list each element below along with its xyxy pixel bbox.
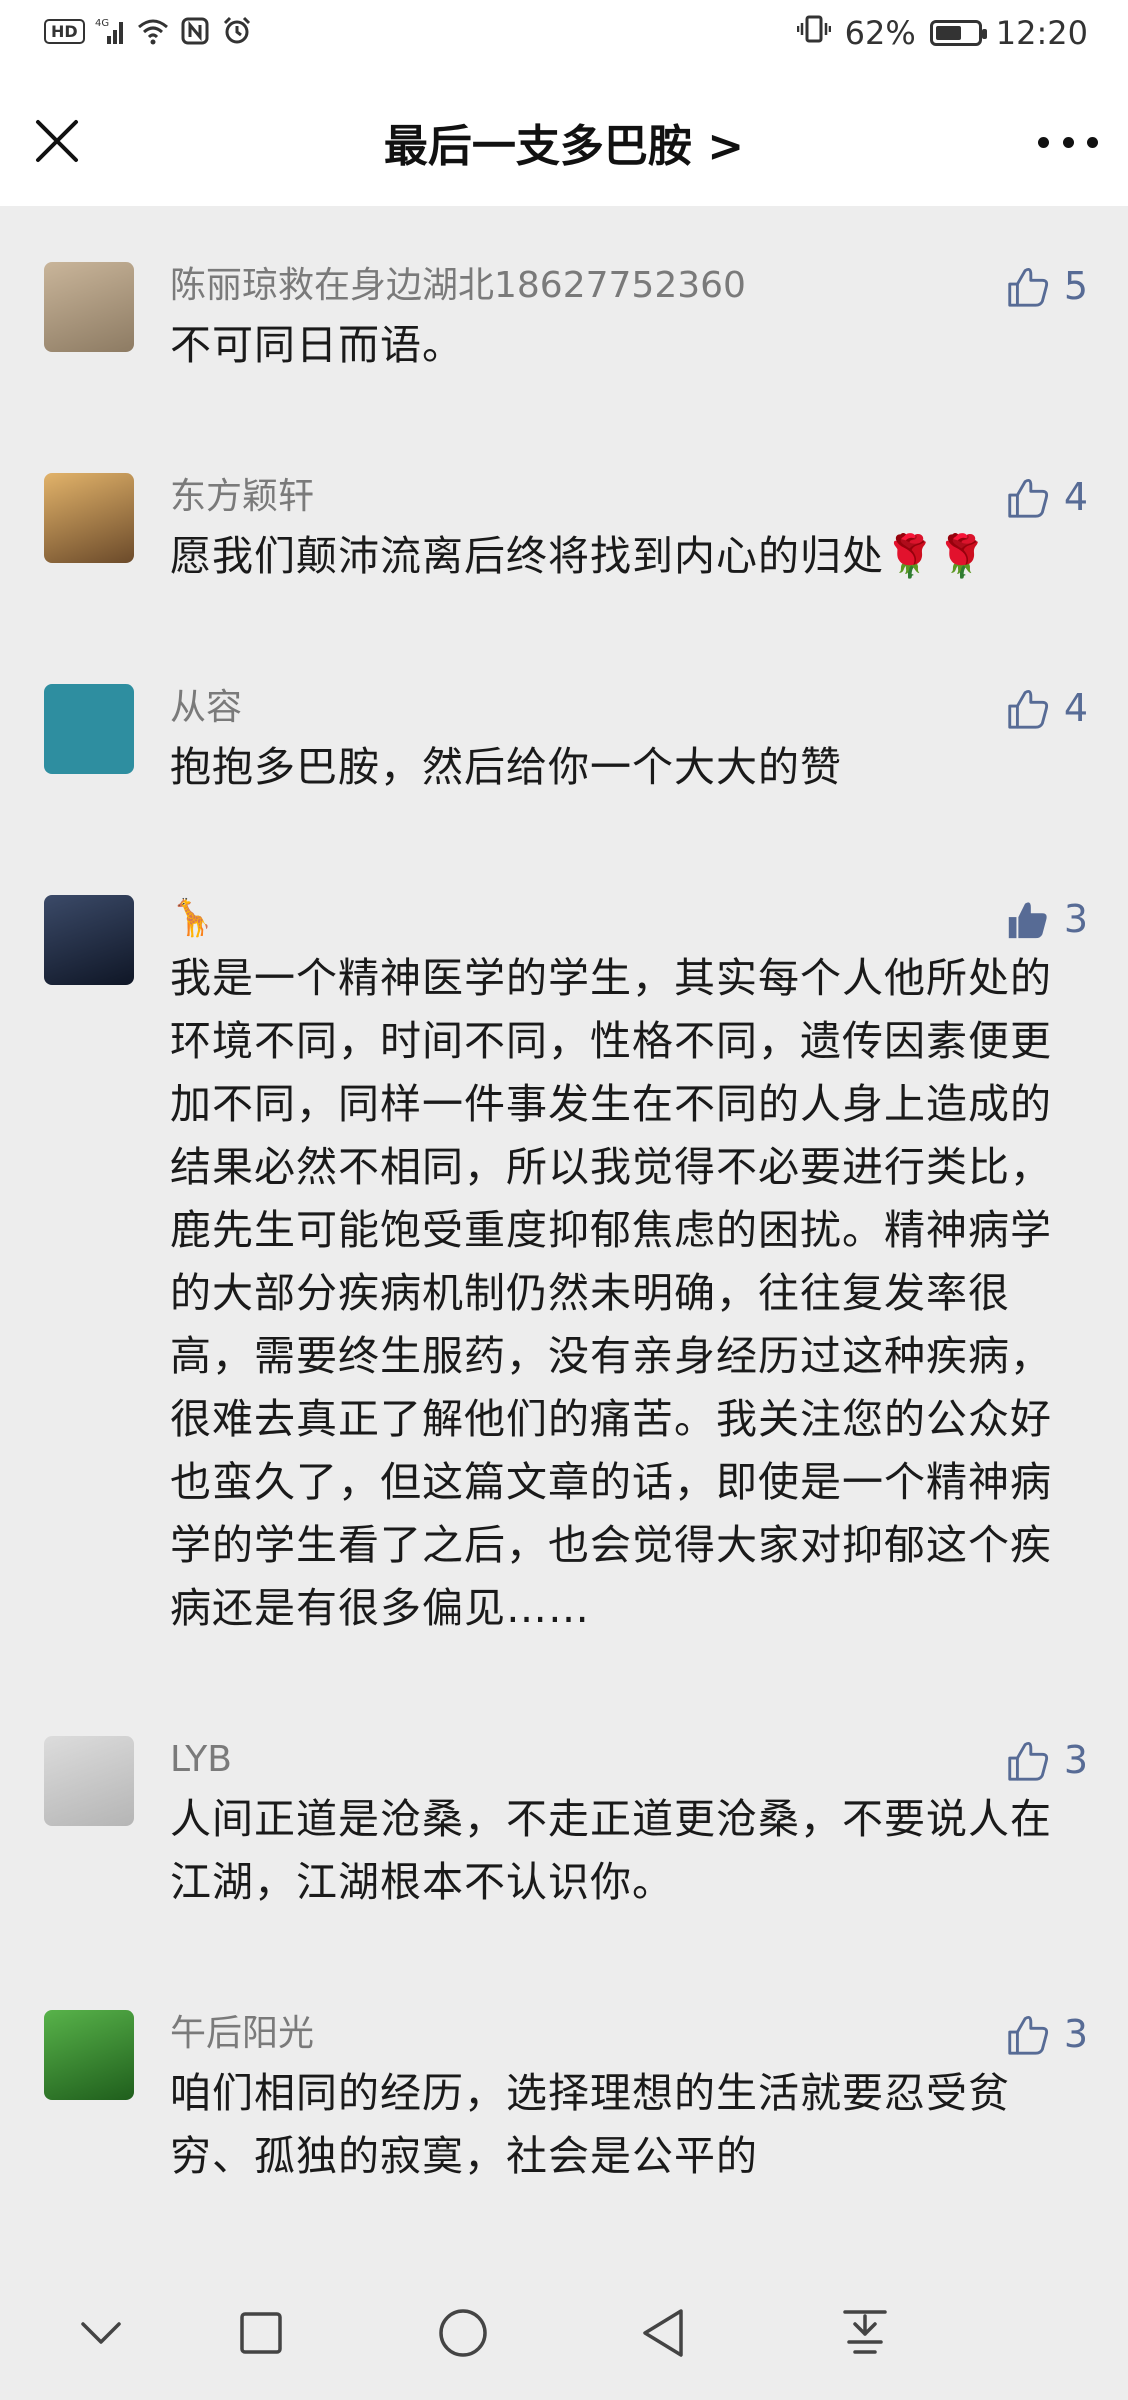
recents-icon [240,2312,282,2354]
alarm-icon [221,16,253,46]
commenter-name[interactable]: LYB [170,1736,1088,1784]
thumbs-up-icon [1004,685,1050,731]
avatar[interactable] [44,262,134,352]
navigation-bar [0,2262,1128,2400]
avatar[interactable] [44,1736,134,1826]
clock: 12:20 [995,14,1088,52]
network-label: 4G [95,18,109,29]
more-icon [1087,136,1098,148]
hd-icon: HD [44,18,85,44]
battery-icon [929,20,987,46]
comment-text: 愿我们颠沛流离后终将找到内心的归处🌹🌹 [170,532,989,580]
page-title[interactable]: 最后一支多巴胺 > [0,110,1128,174]
status-bar: HD 4G 62% 12:20 [0,0,1128,72]
comment-item[interactable]: 🦒 我是一个精神医学的学生，其实每个人他所处的环境不同，时间不同，性格不同，遗传因… [0,839,1128,1680]
comment-item[interactable]: 从容抱抱多巴胺，然后给你一个大大的赞 4 [0,628,1128,839]
thumbs-up-icon [1004,896,1050,942]
more-button[interactable] [1038,122,1098,162]
comment-text: 咱们相同的经历，选择理想的生活就要忍受贫穷、孤独的寂寞，社会是公平的 [170,2069,1010,2180]
like-count: 5 [1063,264,1088,308]
commenter-name[interactable]: 东方颖轩 [170,473,1088,521]
like-count: 3 [1063,2012,1088,2056]
home-button[interactable] [428,2298,498,2368]
comment-item[interactable]: 陈丽琼救在身边湖北18627752360 不可同日而语。 5 [0,206,1128,417]
notification-pull-icon [843,2310,887,2354]
back-button[interactable] [628,2298,698,2368]
chevron-down-icon [81,2322,121,2344]
avatar[interactable] [44,684,134,774]
comment-item[interactable]: 东方颖轩愿我们颠沛流离后终将找到内心的归处🌹🌹 4 [0,417,1128,628]
battery-fill [935,26,961,40]
comment-text: 人间正道是沧桑，不走正道更沧桑，不要说人在江湖，江湖根本不认识你。 [170,1795,1052,1906]
thumbs-up-icon [1004,2011,1050,2057]
like-button[interactable]: 4 [1004,684,1088,732]
more-icon [1062,136,1074,148]
like-button[interactable]: 3 [1004,2010,1088,2058]
like-count: 3 [1063,897,1088,941]
commenter-name[interactable]: 从容 [170,684,1088,732]
wifi-icon [137,16,169,46]
home-icon [439,2309,487,2357]
status-left: HD 4G [44,16,253,46]
back-icon [643,2309,683,2357]
more-icon [1038,136,1049,148]
comment-text: 抱抱多巴胺，然后给你一个大大的赞 [170,743,842,791]
like-count: 4 [1063,686,1088,730]
avatar[interactable] [44,895,134,985]
thumbs-up-icon [1004,1737,1050,1783]
thumbs-up-icon [1004,474,1050,520]
vibrate-icon [796,14,831,52]
comment-text: 我是一个精神医学的学生，其实每个人他所处的环境不同，时间不同，性格不同，遗传因素… [170,954,1052,1632]
comment-text: 不可同日而语。 [170,321,464,369]
commenter-name[interactable]: 🦒 [170,895,1088,943]
like-count: 4 [1063,475,1088,519]
chevron-down-button[interactable] [66,2298,136,2368]
like-count: 3 [1063,1738,1088,1782]
signal-icon: 4G [95,16,127,46]
commenter-name[interactable]: 午后阳光 [170,2010,1088,2058]
status-right: 62% 12:20 [796,14,1088,52]
notification-pull-button[interactable] [830,2298,900,2368]
like-button[interactable]: 4 [1004,473,1088,521]
like-button[interactable]: 3 [1004,895,1088,943]
avatar[interactable] [44,473,134,563]
commenter-name[interactable]: 陈丽琼救在身边湖北18627752360 [170,262,1088,310]
thumbs-up-icon [1004,263,1050,309]
app-header: 最后一支多巴胺 > [0,72,1128,206]
comment-list: 陈丽琼救在身边湖北18627752360 不可同日而语。 5 东方颖轩愿我们颠沛流离后… [0,206,1128,2228]
battery-percent: 62% [844,14,916,52]
nfc-icon [179,16,211,46]
like-button[interactable]: 3 [1004,1736,1088,1784]
comment-item[interactable]: 午后阳光咱们相同的经历，选择理想的生活就要忍受贫穷、孤独的寂寞，社会是公平的 3 [0,1954,1128,2228]
avatar[interactable] [44,2010,134,2100]
recents-button[interactable] [226,2298,296,2368]
comment-item[interactable]: LYB 人间正道是沧桑，不走正道更沧桑，不要说人在江湖，江湖根本不认识你。 3 [0,1680,1128,1954]
like-button[interactable]: 5 [1004,262,1088,310]
